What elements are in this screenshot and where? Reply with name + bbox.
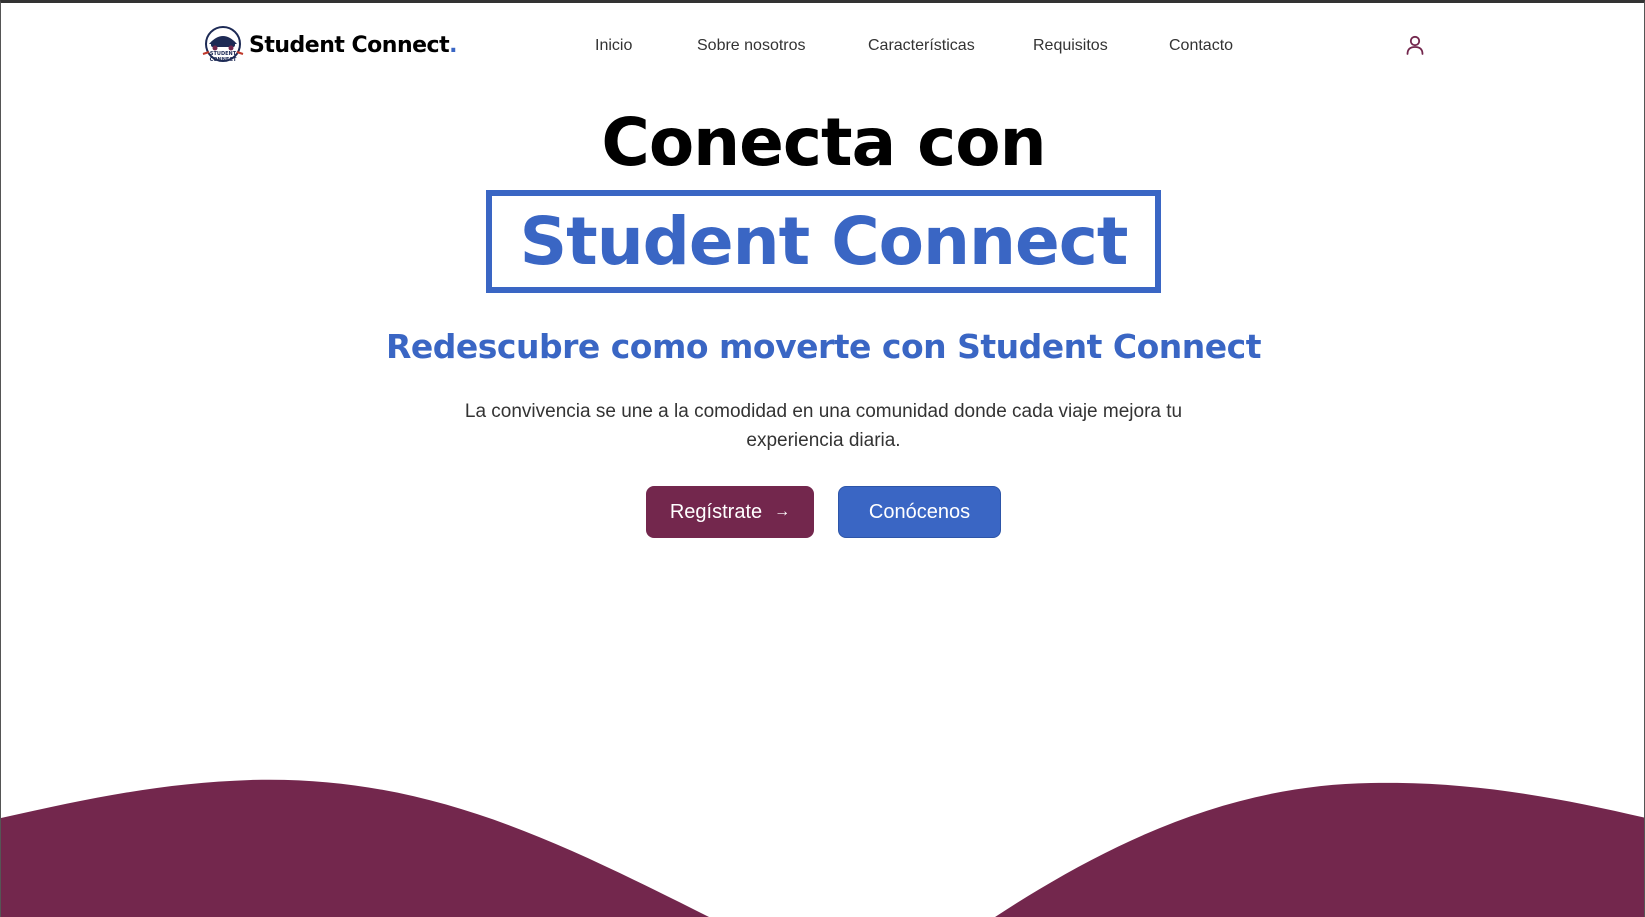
decorative-waves [1, 779, 1644, 917]
hero-highlight-text: Student Connect [519, 203, 1129, 280]
wave-right [995, 782, 1644, 917]
register-button[interactable]: Regístrate → [646, 486, 814, 538]
user-icon [1406, 35, 1424, 55]
about-us-button[interactable]: Conócenos [838, 486, 1001, 538]
user-account-button[interactable] [1403, 33, 1427, 57]
logo-text-line2: CONNECT [210, 57, 237, 63]
nav-menu: Inicio Sobre nosotros Características Re… [1, 37, 1644, 57]
page-frame: STUDENT CONNECT Student Connect. Inicio … [0, 0, 1645, 917]
arrow-right-icon: → [774, 503, 791, 520]
about-us-button-label: Conócenos [868, 500, 971, 523]
wave-left [1, 779, 710, 917]
nav-item-caracteristicas[interactable]: Características [868, 37, 975, 55]
register-button-label: Regístrate [669, 500, 763, 523]
nav-item-sobre-nosotros[interactable]: Sobre nosotros [697, 37, 806, 55]
hero-subtitle: Redescubre como moverte con Student Conn… [385, 327, 1262, 366]
hero-highlight-box: Student Connect [486, 190, 1161, 293]
hero-title: Conecta con [601, 104, 1046, 181]
nav-item-contacto[interactable]: Contacto [1169, 37, 1233, 55]
nav-item-requisitos[interactable]: Requisitos [1033, 37, 1108, 55]
hero-description: La convivencia se une a la comodidad en … [464, 401, 1183, 451]
navbar: STUDENT CONNECT Student Connect. Inicio … [1, 3, 1644, 89]
nav-item-inicio[interactable]: Inicio [595, 37, 632, 55]
